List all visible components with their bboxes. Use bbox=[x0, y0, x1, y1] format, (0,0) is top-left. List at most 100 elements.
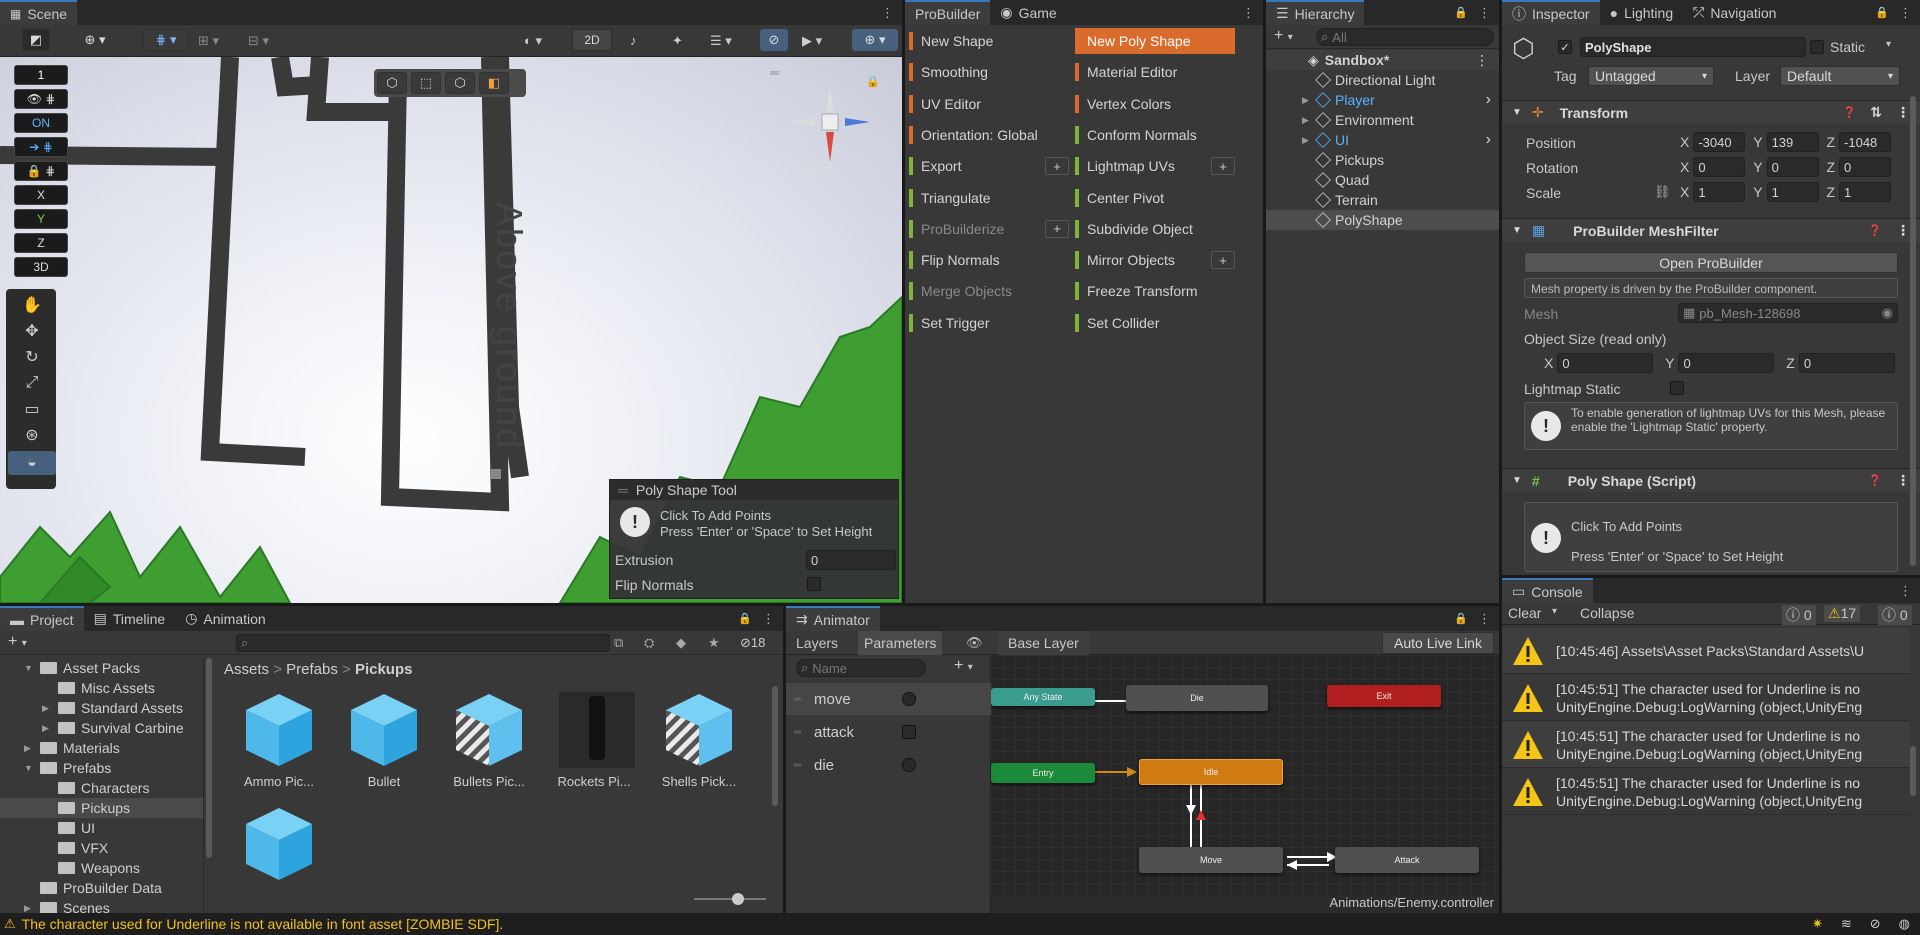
lightmap-static-checkbox[interactable] bbox=[1670, 381, 1684, 395]
add-parameter-button[interactable]: + ▾ bbox=[954, 657, 973, 675]
bool-checkbox[interactable] bbox=[902, 725, 916, 739]
breadcrumb-pickups[interactable]: Pickups bbox=[355, 661, 413, 678]
lighting-toggle[interactable]: ◐ ▾ bbox=[524, 33, 542, 49]
folder-tree-item[interactable]: Misc Assets bbox=[0, 678, 203, 698]
asset-tile[interactable]: Rockets Pi... bbox=[551, 692, 637, 789]
pb-action-left-7[interactable]: Flip Normals bbox=[909, 247, 1069, 273]
drag-handle-icon[interactable]: ═ bbox=[794, 727, 801, 738]
folder-tree-item[interactable]: ▼ Prefabs bbox=[0, 758, 203, 778]
lock-view-icon[interactable]: 🔒 bbox=[866, 75, 880, 88]
pb-action-left-1[interactable]: Smoothing bbox=[909, 59, 1069, 85]
lock-icon[interactable]: 🔒 bbox=[738, 612, 752, 625]
polyshape-script-header[interactable]: ▼ # Poly Shape (Script) ❓ ⋮ bbox=[1502, 468, 1920, 492]
static-dropdown-icon[interactable]: ▾ bbox=[1886, 39, 1891, 50]
scale-tool-icon[interactable]: ⤢ bbox=[8, 371, 56, 395]
face-mode-icon[interactable]: ◧ bbox=[479, 72, 509, 94]
object-mode-icon[interactable]: ⬡ bbox=[377, 72, 407, 94]
static-checkbox[interactable] bbox=[1810, 40, 1824, 54]
custom-tool-icon[interactable]: ◒ bbox=[8, 451, 56, 475]
expand-arrow-icon[interactable]: ▶ bbox=[24, 743, 40, 754]
pb-action-right-5[interactable]: Center Pivot bbox=[1075, 185, 1235, 211]
favorite-icon[interactable]: ★ bbox=[708, 635, 720, 651]
stats-icon[interactable]: ☰ ▾ bbox=[710, 33, 732, 49]
orientation-gizmo[interactable]: Persp bbox=[790, 87, 870, 177]
eye-icon[interactable]: 👁 bbox=[966, 635, 983, 651]
move-tool-icon[interactable]: ✥ bbox=[8, 319, 56, 343]
node-entry[interactable]: Entry bbox=[991, 763, 1095, 783]
camera-icon[interactable]: ▶ ▾ bbox=[802, 33, 822, 49]
options-plus-icon[interactable]: + bbox=[1045, 219, 1069, 238]
overlay-3d[interactable]: 3D bbox=[14, 257, 68, 277]
layer-dropdown[interactable]: Default ▾ bbox=[1780, 66, 1900, 86]
hierarchy-item[interactable]: ▶ Player › bbox=[1266, 90, 1499, 110]
overlay-visibility[interactable]: 👁 ⋕ bbox=[14, 89, 68, 109]
folder-tree-item[interactable]: ▶ Scenes bbox=[0, 898, 203, 913]
folder-tree-item[interactable]: UI bbox=[0, 818, 203, 838]
node-move[interactable]: Move bbox=[1139, 847, 1283, 873]
scale-y[interactable]: 1 bbox=[1766, 182, 1819, 202]
pb-action-right-7[interactable]: Mirror Objects + bbox=[1075, 247, 1235, 273]
chevron-right-icon[interactable]: › bbox=[1486, 131, 1491, 149]
pb-action-left-0[interactable]: New Shape bbox=[909, 28, 1069, 54]
parameter-row[interactable]: ═ move bbox=[786, 683, 991, 715]
pb-action-right-6[interactable]: Subdivide Object bbox=[1075, 216, 1235, 242]
hierarchy-item[interactable]: Terrain bbox=[1266, 190, 1499, 210]
overlay-arrow[interactable]: ➔ ⋕ bbox=[14, 137, 68, 157]
breadcrumb-prefabs[interactable]: Prefabs bbox=[286, 661, 338, 678]
error-count[interactable]: ⓘ 0 bbox=[1878, 605, 1912, 625]
rotation-x[interactable]: 0 bbox=[1693, 157, 1746, 177]
node-exit[interactable]: Exit bbox=[1327, 685, 1441, 707]
console-entry[interactable]: [10:45:51] The character used for Underl… bbox=[1502, 722, 1910, 768]
options-plus-icon[interactable]: + bbox=[1211, 157, 1235, 176]
transform-header[interactable]: ▼ ✛ Transform ❓ ⇅ ⋮ bbox=[1502, 100, 1920, 124]
pb-action-right-8[interactable]: Freeze Transform bbox=[1075, 278, 1235, 304]
scene-viewport[interactable]: Above ground 1 👁 ⋕ ON ➔ ⋕ 🔒 ⋕ X Y Z 3D ✋… bbox=[0, 57, 902, 603]
pb-action-left-6[interactable]: ProBuilderize + bbox=[909, 216, 1069, 242]
folder-tree-item[interactable]: ▼ Asset Packs bbox=[0, 658, 203, 678]
lighting-icon[interactable]: ◍ bbox=[1899, 916, 1910, 932]
asset-tile[interactable]: Bullet bbox=[341, 692, 427, 789]
asset-tile[interactable]: Shells Pick... bbox=[656, 692, 742, 789]
tab-animator[interactable]: ⇉ Animator bbox=[786, 606, 880, 631]
more-menu-icon[interactable]: ⋮ bbox=[881, 5, 894, 21]
audio-icon[interactable]: ♪ bbox=[630, 33, 637, 48]
overlay-lock[interactable]: 🔒 ⋕ bbox=[14, 161, 68, 181]
object-name-field[interactable]: PolyShape bbox=[1580, 37, 1806, 57]
more-menu-icon[interactable]: ⋮ bbox=[1242, 5, 1255, 21]
filter-label-icon[interactable]: ◆ bbox=[676, 635, 686, 651]
extrusion-field[interactable]: 0 bbox=[806, 550, 896, 570]
breadcrumb-assets[interactable]: Assets bbox=[224, 661, 269, 678]
pb-action-left-5[interactable]: Triangulate bbox=[909, 185, 1069, 211]
trigger-circle-icon[interactable] bbox=[902, 758, 916, 772]
position-x[interactable]: -3040 bbox=[1693, 132, 1746, 152]
scale-x[interactable]: 1 bbox=[1693, 182, 1746, 202]
hierarchy-root[interactable]: ◈ Sandbox* ⋮ bbox=[1266, 50, 1499, 70]
tab-lighting[interactable]: ● Lighting bbox=[1600, 0, 1684, 25]
folder-tree-item[interactable]: VFX bbox=[0, 838, 203, 858]
increment-snap-icon[interactable]: ⊟ ▾ bbox=[248, 33, 269, 49]
console-entry[interactable]: [10:45:46] Assets\Asset Packs\Standard A… bbox=[1502, 628, 1910, 674]
pb-action-right-9[interactable]: Set Collider bbox=[1075, 310, 1235, 336]
tab-scene[interactable]: ▦ Scene bbox=[0, 0, 78, 25]
asset-scrollbar[interactable] bbox=[772, 686, 778, 806]
tab-navigation[interactable]: ⤱ Navigation bbox=[1683, 0, 1786, 25]
grid-snap-icon[interactable]: ⊞ ▾ bbox=[198, 33, 219, 49]
node-idle[interactable]: Idle bbox=[1139, 759, 1283, 785]
overlay-x[interactable]: X bbox=[14, 185, 68, 205]
pb-action-right-3[interactable]: Conform Normals bbox=[1075, 122, 1235, 148]
search-scope-icon[interactable]: ⧉ bbox=[614, 635, 623, 651]
fx-icon[interactable]: ✦ bbox=[672, 33, 683, 49]
position-z[interactable]: -1048 bbox=[1839, 132, 1892, 152]
expand-arrow-icon[interactable]: ▶ bbox=[1302, 135, 1316, 146]
folder-tree-item[interactable]: Pickups bbox=[0, 798, 203, 818]
tab-project[interactable]: ▬ Project bbox=[0, 606, 84, 631]
hidden-packages-toggle[interactable]: ⊘18 bbox=[740, 635, 765, 651]
more-menu-icon[interactable]: ⋮ bbox=[1899, 583, 1912, 599]
rotate-tool-icon[interactable]: ↻ bbox=[8, 345, 56, 369]
expand-arrow-icon[interactable]: ▼ bbox=[24, 763, 40, 773]
tab-console[interactable]: ▭ Console bbox=[1502, 578, 1593, 603]
auto-live-link-button[interactable]: Auto Live Link bbox=[1382, 632, 1494, 654]
rotation-z[interactable]: 0 bbox=[1839, 157, 1892, 177]
tab-hierarchy[interactable]: ☰ Hierarchy bbox=[1266, 0, 1365, 25]
folder-tree-item[interactable]: ProBuilder Data bbox=[0, 878, 203, 898]
